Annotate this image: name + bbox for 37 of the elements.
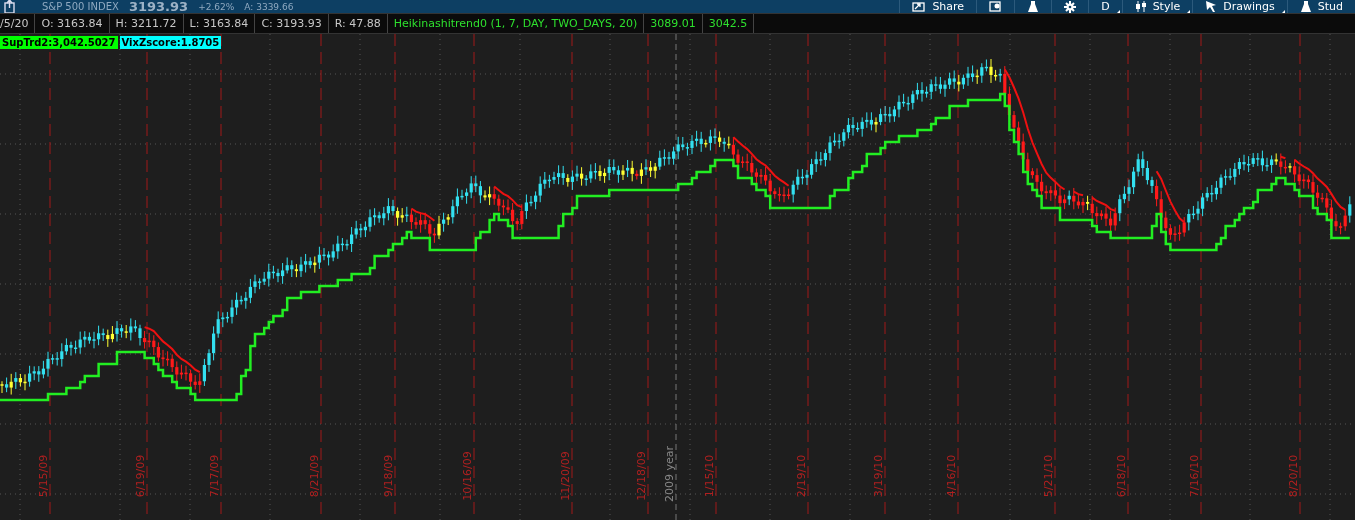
study-value: 3089.01	[644, 14, 703, 33]
date-label: 7/16/10	[1188, 454, 1201, 498]
ask-price: A: 3339.66	[244, 1, 294, 12]
date-label: 11/20/09	[559, 451, 572, 501]
picture-frame-icon	[989, 1, 1003, 13]
quote-value: L: 3163.84	[183, 14, 256, 33]
study-value: 3042.5	[702, 14, 755, 33]
quote-value: C: 3193.93	[255, 14, 329, 33]
date-label: 10/16/09	[461, 451, 474, 501]
study-label: Heikinashitrend0 (1, 7, DAY, TWO_DAYS, 20)	[387, 14, 645, 33]
date-label: 1/15/10	[703, 454, 716, 498]
date-label: 6/18/10	[1115, 454, 1128, 498]
export-icon[interactable]	[4, 0, 16, 14]
date-label: 9/18/09	[382, 454, 395, 498]
date-label: 4/16/10	[945, 454, 958, 498]
quote-value: O: 3163.84	[35, 14, 110, 33]
candlestick-icon	[1134, 1, 1147, 13]
pointer-icon	[1205, 1, 1218, 13]
price-change: +2.62%	[198, 1, 235, 12]
last-price: 3193.93	[128, 0, 189, 14]
date-label: 5/15/09	[37, 454, 50, 498]
date-label: 3/19/10	[872, 454, 885, 498]
quote-value: /5/20	[0, 14, 36, 33]
year-label: 2009 year	[663, 446, 676, 502]
share-icon	[912, 1, 927, 13]
indicator-badge: SupTrd2:3,042.5027	[0, 36, 118, 49]
symbol-name: S&P 500 INDEX	[42, 1, 119, 13]
quote-value: H: 3211.72	[109, 14, 184, 33]
date-label: 6/19/09	[134, 454, 147, 498]
date-label: 7/17/09	[208, 454, 221, 498]
date-label: 8/20/10	[1287, 454, 1300, 498]
quote-value: R: 47.88	[328, 14, 388, 33]
indicator-badge: VixZscore:1.8705	[119, 36, 222, 49]
date-label: 2/19/10	[795, 454, 808, 498]
date-label: 8/21/09	[308, 454, 321, 498]
date-label: 12/18/09	[635, 451, 648, 501]
date-label: 5/21/10	[1042, 454, 1055, 498]
